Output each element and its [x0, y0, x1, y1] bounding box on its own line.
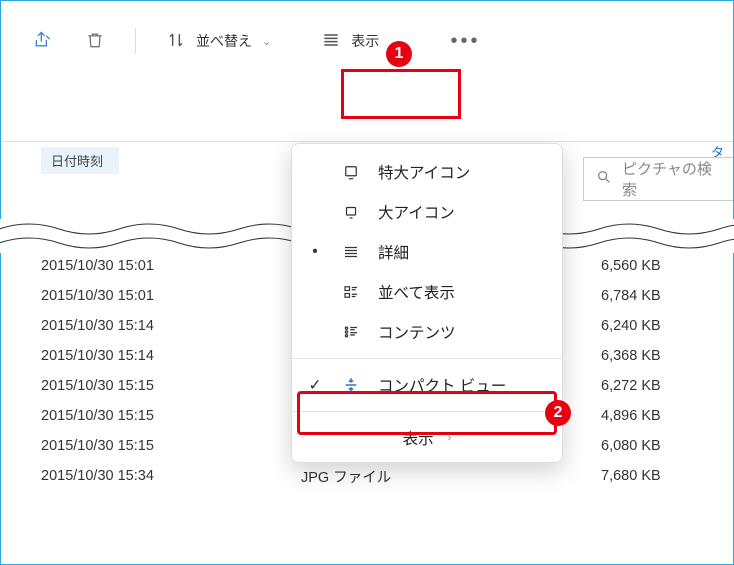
check-icon: ✓ [306, 376, 324, 395]
sort-icon [166, 30, 186, 53]
list-icon [321, 30, 341, 53]
share-button[interactable] [21, 19, 65, 63]
menu-item-details[interactable]: • 詳細 [292, 232, 562, 272]
large-icon [340, 203, 362, 221]
search-placeholder: ピクチャの検索 [622, 158, 721, 200]
callout-badge-2: 2 [545, 400, 571, 426]
chevron-right-icon: › [448, 432, 452, 444]
trash-icon [85, 30, 105, 53]
content-icon [340, 323, 362, 341]
toolbar-divider [135, 28, 136, 54]
menu-separator [292, 358, 562, 359]
compact-icon [340, 376, 362, 394]
menu-item-xl-icons[interactable]: 特大アイコン [292, 152, 562, 192]
more-icon: ••• [450, 30, 480, 53]
sort-button[interactable]: 並べ替え ⌄ [154, 19, 283, 63]
chevron-down-icon: ⌄ [262, 35, 271, 48]
search-input[interactable]: ピクチャの検索 [583, 157, 733, 201]
sort-label: 並べ替え [196, 31, 252, 51]
tiles-icon [340, 283, 362, 301]
view-label: 表示 [351, 31, 379, 51]
toolbar: 並べ替え ⌄ 表示 ⌄ ••• [1, 1, 733, 81]
menu-item-compact-view[interactable]: ✓ コンパクト ビュー [292, 365, 562, 405]
view-menu: 特大アイコン 大アイコン • 詳細 並べて表示 コンテンツ ✓ コンパクト ビュ… [291, 143, 563, 463]
share-icon [33, 30, 53, 53]
menu-footer-show[interactable]: 表示 › [292, 418, 562, 458]
callout-badge-1: 1 [386, 41, 412, 67]
table-row[interactable]: 2015/10/30 15:34JPG ファイル7,680 KB [1, 461, 733, 491]
delete-button[interactable] [73, 19, 117, 63]
search-icon [596, 169, 612, 189]
col-date-header[interactable]: 日付時刻 [41, 147, 119, 174]
more-button[interactable]: ••• [442, 19, 488, 63]
menu-item-large-icons[interactable]: 大アイコン [292, 192, 562, 232]
bullet-icon: • [306, 243, 324, 261]
menu-item-tiles[interactable]: 並べて表示 [292, 272, 562, 312]
xl-icon [340, 163, 362, 181]
menu-separator [292, 411, 562, 412]
menu-item-content[interactable]: コンテンツ [292, 312, 562, 352]
details-icon [340, 243, 362, 261]
